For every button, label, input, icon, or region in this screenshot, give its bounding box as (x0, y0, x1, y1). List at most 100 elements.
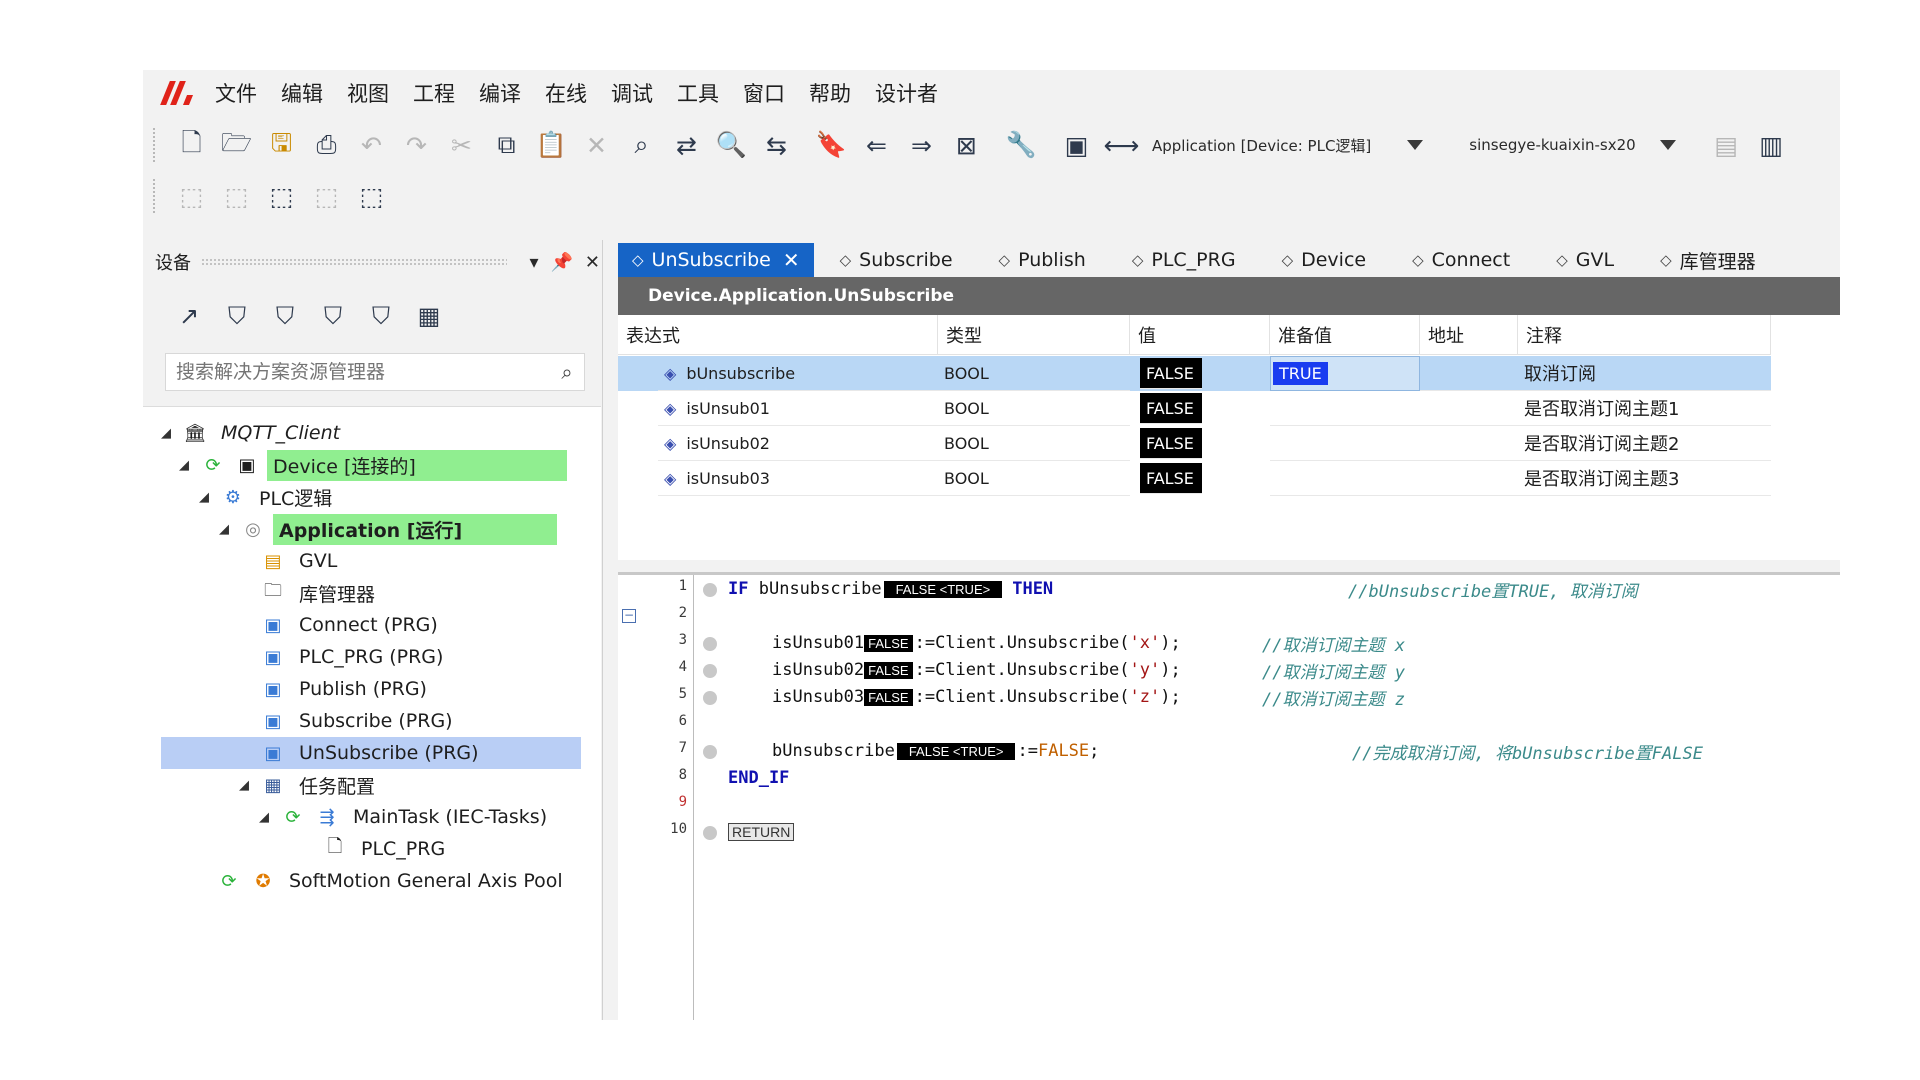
collapse-arrow-icon[interactable]: ◢ (199, 490, 219, 505)
tree-node-project[interactable]: ◢ 🏛 MQTT_Client (161, 417, 346, 449)
menu-build[interactable]: 编译 (479, 78, 521, 108)
device-window-icon[interactable]: ▣ (1054, 125, 1099, 165)
prepared-value-cell[interactable]: TRUE (1270, 356, 1420, 391)
menu-view[interactable]: 视图 (347, 78, 389, 108)
breakpoint-marker[interactable] (703, 826, 717, 840)
target-combo[interactable]: sinsegye-kuaixin-sx20 (1461, 125, 1683, 165)
menu-file[interactable]: 文件 (215, 78, 257, 108)
tab-plc-prg[interactable]: ◇ PLC_PRG (1118, 243, 1250, 277)
pin-icon[interactable]: 📌 (550, 252, 572, 273)
solution-search-input[interactable] (176, 361, 550, 383)
filter-icon[interactable]: ⛉ (213, 296, 261, 336)
clear-bookmark-icon[interactable]: ⊠ (944, 125, 989, 165)
close-icon[interactable]: ✕ (585, 252, 600, 273)
collapse-arrow-icon[interactable]: ◢ (161, 426, 181, 441)
find-icon[interactable]: ⌕ (619, 125, 664, 165)
panel-dropdown-icon[interactable]: ▾ (529, 252, 538, 273)
redo-icon[interactable]: ↷ (394, 125, 439, 165)
chevron-down-icon[interactable] (1407, 140, 1424, 150)
window-split-icon[interactable]: ▥ (1749, 125, 1794, 165)
filter-edit-icon[interactable]: ⛉ (309, 296, 357, 336)
connect-arrows-icon[interactable]: ⟷ (1099, 125, 1144, 165)
tree-node-task-config[interactable]: ◢ ▦ 任务配置 (239, 769, 381, 801)
tree-node-plc-prg[interactable]: ▣ PLC_PRG (PRG) (259, 641, 449, 673)
tree-node-subscribe[interactable]: ▣ Subscribe (PRG) (259, 705, 459, 737)
collapse-arrow-icon[interactable]: ◢ (219, 522, 239, 537)
code-editor[interactable]: 1 2 3 4 5 6 7 8 9 10 − IF bUnsubscribe F… (618, 572, 1840, 1020)
menu-edit[interactable]: 编辑 (281, 78, 323, 108)
collapse-arrow-icon[interactable]: ◢ (259, 810, 279, 825)
breakpoint-marker[interactable] (703, 583, 717, 597)
column-header-address[interactable]: 地址 (1420, 315, 1518, 355)
tab-publish[interactable]: ◇ Publish (985, 243, 1100, 277)
panel-drag-handle[interactable] (201, 258, 508, 266)
breakpoint-marker[interactable] (703, 664, 717, 678)
open-folder-icon[interactable]: 🗁 (214, 125, 259, 165)
menu-online[interactable]: 在线 (545, 78, 587, 108)
toolbar-grip[interactable] (153, 128, 159, 162)
next-bookmark-icon[interactable]: ⇒ (899, 125, 944, 165)
prepared-value-cell[interactable] (1270, 391, 1420, 426)
tree-node-softmotion[interactable]: ⟳ ✪ SoftMotion General Axis Pool (215, 865, 569, 897)
menu-help[interactable]: 帮助 (809, 78, 851, 108)
prepared-value-cell[interactable] (1270, 426, 1420, 461)
menu-project[interactable]: 工程 (413, 78, 455, 108)
replace-icon[interactable]: ⇄ (664, 125, 709, 165)
page-dashed-icon[interactable]: ⬚ (349, 176, 394, 216)
save-icon[interactable]: 🖫 (259, 125, 304, 165)
breakpoint-marker[interactable] (703, 691, 717, 705)
column-header-comment[interactable]: 注释 (1518, 315, 1771, 355)
inline-monitor-value[interactable]: FALSE <TRUE> (883, 580, 1003, 598)
breakpoint-marker[interactable] (703, 637, 717, 651)
column-header-expression[interactable]: 表达式 (618, 315, 938, 355)
delete-icon[interactable]: ✕ (574, 125, 619, 165)
search-icon[interactable]: ⌕ (550, 360, 584, 384)
tree-node-main-task[interactable]: ◢ ⟳ ⇶ MainTask (IEC-Tasks) (259, 801, 553, 833)
inline-monitor-value[interactable]: FALSE (864, 661, 913, 679)
fold-collapse-icon[interactable]: − (622, 609, 636, 623)
menu-window[interactable]: 窗口 (743, 78, 785, 108)
bookmark-icon[interactable]: 🔖 (809, 125, 854, 165)
copy-icon[interactable]: ⧉ (484, 125, 529, 165)
menu-debug[interactable]: 调试 (611, 78, 653, 108)
menu-designer[interactable]: 设计者 (875, 78, 938, 108)
page-dashed-icon[interactable]: ⬚ (259, 176, 304, 216)
table-row[interactable]: ◈ isUnsub01 BOOL FALSE 是否取消订阅主题1 (618, 391, 1771, 426)
tree-node-plc-logic[interactable]: ◢ ⚙ PLC逻辑 (199, 481, 338, 513)
wrench-icon[interactable]: 🔧 (999, 125, 1044, 165)
application-combo[interactable]: Application [Device: PLC逻辑] (1144, 125, 1431, 165)
find-in-file-icon[interactable]: 🔍 (709, 125, 754, 165)
panel-settings-icon[interactable]: ▦ (405, 296, 453, 336)
tree-node-unsubscribe[interactable]: ▣ UnSubscribe (PRG) (161, 737, 581, 769)
cut-icon[interactable]: ✂ (439, 125, 484, 165)
tree-node-device[interactable]: ◢ ⟳ ▣ Device [连接的] (179, 449, 567, 481)
chevron-down-icon[interactable] (1659, 140, 1676, 150)
page-icon[interactable]: ⬚ (169, 176, 214, 216)
tree-node-plc-prg-call[interactable]: 🗋 PLC_PRG (321, 833, 451, 865)
replace-all-icon[interactable]: ⇆ (754, 125, 799, 165)
menu-tools[interactable]: 工具 (677, 78, 719, 108)
inline-monitor-value[interactable]: FALSE (864, 688, 913, 706)
new-project-icon[interactable]: 🗋 (169, 125, 214, 165)
tab-library-manager[interactable]: ◇ 库管理器 (1646, 243, 1770, 277)
table-row[interactable]: ◈ isUnsub02 BOOL FALSE 是否取消订阅主题2 (618, 426, 1771, 461)
print-icon[interactable]: ⎙ (304, 125, 349, 165)
column-header-value[interactable]: 值 (1130, 315, 1270, 355)
table-row[interactable]: ◈ isUnsub03 BOOL FALSE 是否取消订阅主题3 (618, 461, 1771, 496)
tree-node-connect[interactable]: ▣ Connect (PRG) (259, 609, 444, 641)
tab-subscribe[interactable]: ◇ Subscribe (826, 243, 967, 277)
window-layout-icon[interactable]: ▤ (1704, 125, 1749, 165)
prepared-value-cell[interactable] (1270, 461, 1420, 496)
tab-connect[interactable]: ◇ Connect (1398, 243, 1524, 277)
page-icon[interactable]: ⬚ (214, 176, 259, 216)
toolbar-grip[interactable] (153, 179, 159, 213)
breakpoint-marker[interactable] (703, 745, 717, 759)
prev-bookmark-icon[interactable]: ⇐ (854, 125, 899, 165)
column-header-type[interactable]: 类型 (938, 315, 1130, 355)
tree-node-library-manager[interactable]: 🗀 库管理器 (259, 577, 381, 609)
inline-monitor-value[interactable]: FALSE (864, 634, 913, 652)
paste-icon[interactable]: 📋 (529, 125, 574, 165)
filter-settings-icon[interactable]: ⛉ (357, 296, 405, 336)
collapse-arrow-icon[interactable]: ◢ (239, 778, 259, 793)
tree-node-publish[interactable]: ▣ Publish (PRG) (259, 673, 433, 705)
